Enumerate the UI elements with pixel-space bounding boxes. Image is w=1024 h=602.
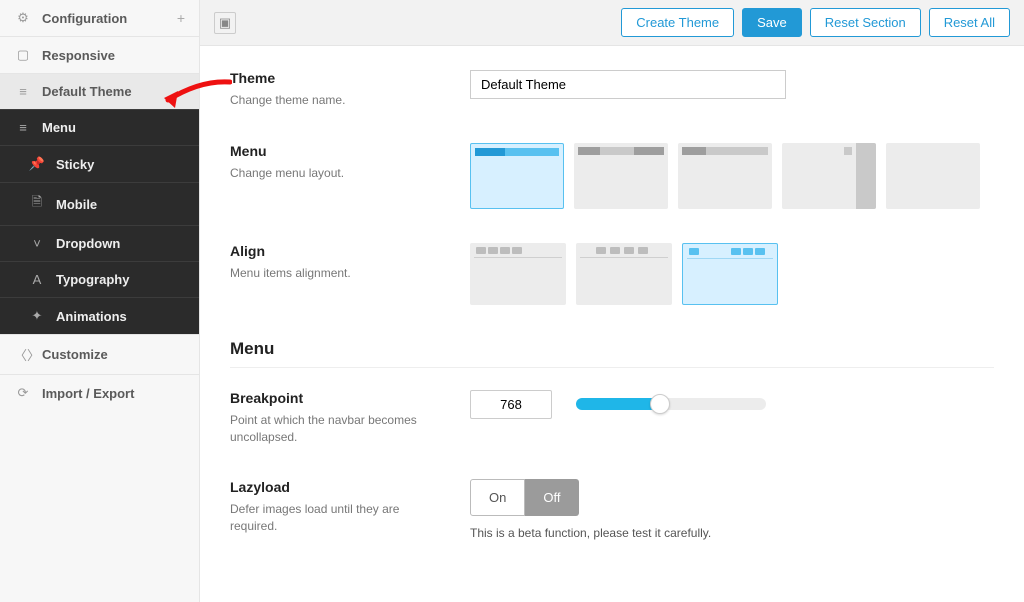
- code-icon: 〈〉: [14, 345, 32, 364]
- sidebar-item-label: Dropdown: [56, 236, 185, 251]
- slider-knob[interactable]: [650, 394, 670, 414]
- sidebar-item-typography[interactable]: A Typography: [0, 261, 199, 297]
- sidebar: ⚙ Configuration + ▢ Responsive ≡ Default…: [0, 0, 200, 602]
- sidebar-item-default-theme[interactable]: ≡ Default Theme: [0, 73, 199, 109]
- pin-icon: 📌: [28, 156, 46, 172]
- sidebar-item-responsive[interactable]: ▢ Responsive: [0, 36, 199, 73]
- topbar: ▣ Create Theme Save Reset Section Reset …: [200, 0, 1024, 46]
- field-title-align: Align: [230, 243, 450, 259]
- sidebar-item-label: Default Theme: [42, 84, 185, 99]
- sidebar-item-label: Sticky: [56, 157, 185, 172]
- align-options: [470, 243, 994, 305]
- sidebar-item-label: Menu: [42, 120, 185, 135]
- main-panel: ▣ Create Theme Save Reset Section Reset …: [200, 0, 1024, 602]
- field-desc-lazyload: Defer images load until they are require…: [230, 501, 450, 535]
- menu-layout-options: [470, 143, 994, 209]
- breakpoint-slider[interactable]: [576, 398, 766, 410]
- chevron-icon: ˅: [28, 236, 46, 251]
- tablet-icon: ▢: [14, 47, 32, 63]
- save-button[interactable]: Save: [742, 8, 802, 37]
- sidebar-item-label: Responsive: [42, 48, 185, 63]
- lazyload-toggle: On Off: [470, 479, 994, 516]
- menu-layout-option-5[interactable]: [886, 143, 980, 209]
- gear-icon: ⚙: [14, 10, 32, 26]
- expand-plus-icon[interactable]: +: [177, 10, 185, 26]
- spark-icon: ✦: [28, 308, 46, 324]
- refresh-icon: ⟳: [14, 385, 32, 401]
- create-theme-button[interactable]: Create Theme: [621, 8, 734, 37]
- field-desc-breakpoint: Point at which the navbar becomes uncoll…: [230, 412, 450, 446]
- section-title-menu: Menu: [230, 339, 994, 368]
- sidebar-item-sticky[interactable]: 📌 Sticky: [0, 145, 199, 182]
- align-option-right[interactable]: [682, 243, 778, 305]
- sidebar-item-label: Typography: [56, 272, 185, 287]
- align-tool-button[interactable]: ▣: [214, 12, 236, 34]
- sidebar-item-label: Customize: [42, 347, 185, 362]
- sidebar-item-dropdown[interactable]: ˅ Dropdown: [0, 225, 199, 261]
- reset-all-button[interactable]: Reset All: [929, 8, 1010, 37]
- sidebar-item-mobile[interactable]: 🗎 Mobile: [0, 182, 199, 225]
- sidebar-item-import-export[interactable]: ⟳ Import / Export: [0, 374, 199, 411]
- align-icon: ▣: [219, 15, 231, 31]
- field-desc-menu: Change menu layout.: [230, 165, 450, 182]
- menu-layout-option-2[interactable]: [574, 143, 668, 209]
- align-option-left[interactable]: [470, 243, 566, 305]
- menu-layout-option-4[interactable]: [782, 143, 876, 209]
- lazyload-off-button[interactable]: Off: [525, 479, 579, 516]
- reset-section-button[interactable]: Reset Section: [810, 8, 921, 37]
- lazyload-hint: This is a beta function, please test it …: [470, 526, 994, 540]
- align-option-center[interactable]: [576, 243, 672, 305]
- sidebar-item-label: Configuration: [42, 11, 177, 26]
- sidebar-item-label: Import / Export: [42, 386, 185, 401]
- sidebar-item-label: Animations: [56, 309, 185, 324]
- sidebar-item-configuration[interactable]: ⚙ Configuration +: [0, 0, 199, 36]
- lazyload-on-button[interactable]: On: [470, 479, 525, 516]
- content-area: Theme Change theme name. Menu Change men…: [200, 46, 1024, 602]
- file-icon: 🗎: [28, 193, 46, 215]
- field-title-lazyload: Lazyload: [230, 479, 450, 495]
- sidebar-item-customize[interactable]: 〈〉 Customize: [0, 334, 199, 374]
- field-title-breakpoint: Breakpoint: [230, 390, 450, 406]
- sidebar-item-animations[interactable]: ✦ Animations: [0, 297, 199, 334]
- breakpoint-input[interactable]: [470, 390, 552, 419]
- bars-icon: ≡: [14, 120, 32, 135]
- menu-layout-option-3[interactable]: [678, 143, 772, 209]
- sidebar-item-menu[interactable]: ≡ Menu: [0, 109, 199, 145]
- field-title-menu: Menu: [230, 143, 450, 159]
- field-desc-align: Menu items alignment.: [230, 265, 450, 282]
- field-title-theme: Theme: [230, 70, 450, 86]
- bars-icon: ≡: [14, 84, 32, 99]
- field-desc-theme: Change theme name.: [230, 92, 450, 109]
- font-icon: A: [28, 272, 46, 287]
- sidebar-item-label: Mobile: [56, 197, 185, 212]
- menu-layout-option-1[interactable]: [470, 143, 564, 209]
- theme-name-input[interactable]: [470, 70, 786, 99]
